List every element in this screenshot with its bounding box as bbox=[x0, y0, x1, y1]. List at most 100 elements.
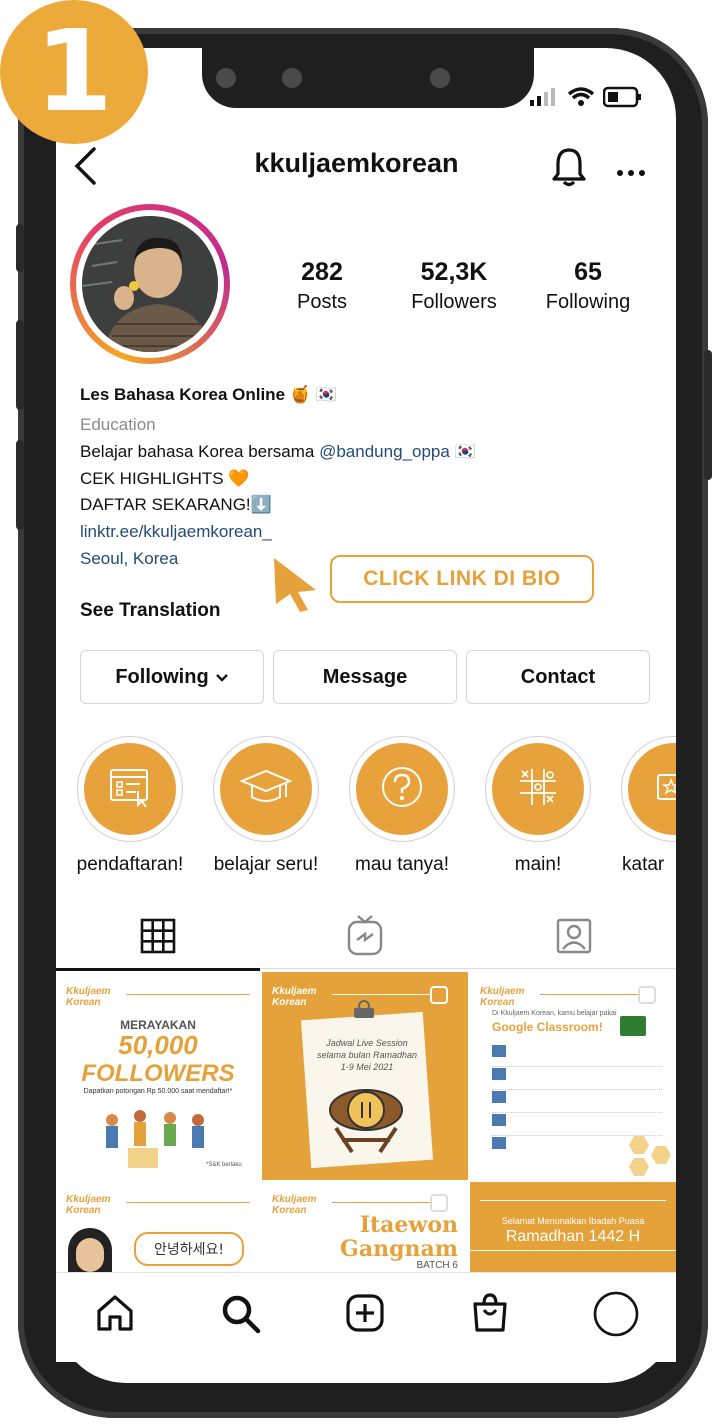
stat-posts[interactable]: 282 Posts bbox=[252, 258, 392, 314]
graduation-cap-icon bbox=[239, 767, 293, 812]
stat-posts-value: 282 bbox=[301, 258, 343, 286]
stat-following-label: Following bbox=[545, 291, 631, 313]
post-rule bbox=[332, 994, 432, 995]
form-icon bbox=[108, 765, 152, 814]
multiple-posts-icon bbox=[430, 986, 448, 1004]
highlight-label: pendaftaran! bbox=[76, 854, 184, 875]
multiple-posts-icon bbox=[638, 986, 656, 1004]
stat-followers-value: 52,3K bbox=[420, 258, 488, 286]
profile-username: kkuljaemkorean bbox=[254, 148, 459, 178]
post-thumbnail[interactable]: Kkuljaem Korean 안녕하세요! bbox=[56, 1182, 260, 1272]
profile-icon[interactable] bbox=[592, 1290, 640, 1343]
post-thumbnail[interactable]: Kkuljaem Korean Di Kkuljaem Korean, kamu… bbox=[470, 972, 676, 1180]
bio-line-3: DAFTAR SEKARANG!⬇️ bbox=[80, 495, 272, 514]
bio-text: Belajar bahasa Korea bersama bbox=[80, 442, 320, 461]
battery-icon bbox=[602, 86, 643, 113]
highlight-label: main! bbox=[514, 854, 562, 875]
honeycomb-icon bbox=[620, 1132, 676, 1180]
home-icon[interactable] bbox=[95, 1293, 135, 1338]
camera-dot bbox=[282, 68, 302, 88]
post-text: Gangnam bbox=[340, 1236, 458, 1262]
post-brand: Kkuljaem Korean bbox=[66, 1194, 111, 1216]
highlight-main[interactable]: main! bbox=[472, 736, 604, 876]
status-bar bbox=[529, 86, 643, 113]
post-rule bbox=[332, 1202, 432, 1203]
speech-bubble: 안녕하세요! bbox=[134, 1232, 244, 1266]
highlight-belajar-seru[interactable]: belajar seru! bbox=[200, 736, 332, 876]
avatar bbox=[82, 216, 218, 352]
phone-side-button bbox=[16, 320, 24, 410]
more-icon[interactable] bbox=[616, 164, 646, 182]
tagged-icon[interactable] bbox=[556, 918, 592, 959]
see-translation[interactable]: See Translation bbox=[80, 600, 220, 622]
post-text: Ramadhan 1442 H bbox=[505, 1228, 641, 1245]
bio-line-2: CEK HIGHLIGHTS 🧡 bbox=[80, 469, 250, 488]
post-rule bbox=[540, 994, 640, 995]
highlight-pendaftaran[interactable]: pendaftaran! bbox=[64, 736, 196, 876]
people-celebrating-icon bbox=[92, 1102, 222, 1177]
question-icon bbox=[380, 765, 424, 814]
click-link-callout: CLICK LINK DI BIO bbox=[330, 555, 594, 603]
search-icon[interactable] bbox=[220, 1293, 262, 1340]
post-text: *S&K berlaku bbox=[206, 1162, 242, 1168]
post-text: BATCH 6 bbox=[416, 1260, 459, 1271]
stat-following-value: 65 bbox=[574, 258, 602, 286]
post-text: 50,000 bbox=[118, 1030, 198, 1060]
stat-followers[interactable]: 52,3K Followers bbox=[384, 258, 524, 314]
star-card-icon bbox=[654, 767, 676, 812]
clip-icon bbox=[352, 1000, 376, 1035]
post-text: Jadwal Live Session bbox=[326, 1038, 408, 1048]
post-text: Selamat Menunaikan Ibadah Puasa bbox=[501, 1216, 645, 1226]
shop-icon[interactable] bbox=[470, 1292, 510, 1339]
highlight-katar[interactable]: katar bbox=[608, 736, 676, 876]
post-text: Dapatkan potongan Rp 50.000 saat mendaft… bbox=[83, 1088, 233, 1095]
message-button[interactable]: Message bbox=[273, 650, 457, 704]
person-face bbox=[76, 1238, 104, 1272]
stat-posts-label: Posts bbox=[296, 291, 348, 313]
bio-line-1: Belajar bahasa Korea bersama @bandung_op… bbox=[80, 442, 476, 462]
multiple-posts-icon bbox=[430, 1194, 448, 1212]
stat-following[interactable]: 65 Following bbox=[518, 258, 658, 314]
wifi-icon bbox=[567, 86, 595, 113]
camera-dot bbox=[216, 68, 236, 88]
bell-icon[interactable] bbox=[550, 146, 588, 193]
post-thumbnail[interactable]: Kkuljaem Korean Itaewon Gangnam BATCH 6 bbox=[262, 1182, 468, 1272]
post-text: selama bulan Ramadhan bbox=[316, 1050, 418, 1060]
highlight-label: mau tanya! bbox=[355, 854, 449, 875]
phone-side-button bbox=[704, 350, 712, 480]
post-brand: Kkuljaem Korean bbox=[66, 986, 111, 1008]
post-thumbnail[interactable]: Kkuljaem Korean Jadwal Live Session sela… bbox=[262, 972, 468, 1180]
new-post-icon[interactable] bbox=[345, 1293, 385, 1338]
step-number-badge: 1 bbox=[0, 0, 148, 144]
contact-button[interactable]: Contact bbox=[466, 650, 650, 704]
igtv-icon[interactable] bbox=[346, 914, 384, 961]
bio-mention-link[interactable]: @bandung_oppa bbox=[319, 442, 450, 461]
post-brand: Kkuljaem Korean bbox=[480, 986, 525, 1008]
post-rule bbox=[126, 994, 250, 995]
post-list-row bbox=[492, 1090, 662, 1113]
profile-name: Les Bahasa Korea Online 🍯 🇰🇷 bbox=[80, 385, 337, 404]
highlight-label: katar bbox=[622, 854, 665, 875]
post-rule bbox=[480, 1200, 666, 1201]
post-thumbnail[interactable]: Selamat Menunaikan Ibadah Puasa Ramadhan… bbox=[470, 1182, 676, 1272]
highlight-mau-tanya[interactable]: mau tanya! bbox=[336, 736, 468, 876]
post-rule bbox=[126, 1202, 250, 1203]
bio-location[interactable]: Seoul, Korea bbox=[80, 549, 178, 569]
camera-dot bbox=[430, 68, 450, 88]
grid-icon[interactable] bbox=[140, 918, 176, 959]
avatar-story-ring[interactable] bbox=[70, 204, 230, 364]
tab-active-indicator bbox=[56, 968, 260, 971]
highlight-katar-clip: katar bbox=[608, 736, 676, 896]
phone-side-button bbox=[16, 440, 24, 530]
bio-link[interactable]: linktr.ee/kkuljaemkorean_ bbox=[80, 522, 272, 542]
post-list-row bbox=[492, 1044, 662, 1067]
following-button[interactable]: Following bbox=[80, 650, 264, 704]
post-brand: Kkuljaem Korean bbox=[272, 986, 317, 1008]
highlight-label: belajar seru! bbox=[213, 854, 319, 875]
post-thumbnail[interactable]: Kkuljaem Korean MERAYAKAN 50,000 FOLLOWE… bbox=[56, 972, 260, 1180]
post-list-row bbox=[492, 1067, 662, 1090]
cursor-arrow-icon bbox=[270, 556, 322, 617]
chevron-down-icon bbox=[215, 666, 229, 689]
tic-tac-toe-icon bbox=[518, 767, 558, 812]
post-text: 1-9 Mei 2021 bbox=[340, 1062, 394, 1072]
